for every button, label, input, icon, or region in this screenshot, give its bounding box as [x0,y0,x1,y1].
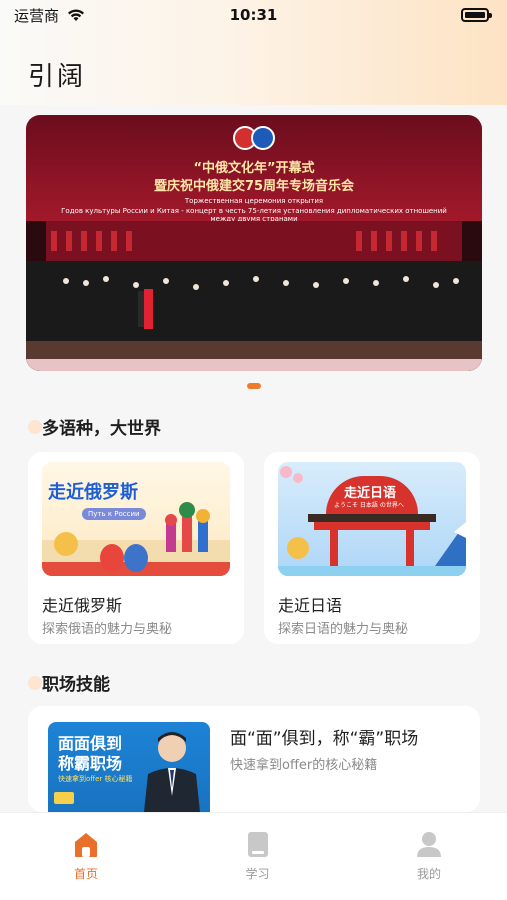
interview-card-subtitle: 快速拿到offer的核心秘籍 [230,758,378,773]
banner-russian-line1: Торжественная церемония открытия [184,197,324,205]
japanese-course-image: 走近日语 ようこそ 日本語 の世界へ [278,462,466,576]
russian-banner-caption: Путь к России [82,508,146,520]
russian-course-image: 走近俄罗斯 Путь к России [42,462,230,576]
hero-banner[interactable]: “中俄文化年”开幕式 暨庆祝中俄建交75周年专场音乐会 Торжественна… [26,115,482,371]
interview-course-card[interactable]: 面面俱到 称霸职场 快速拿到offer 核心秘籍 面“面”俱到，称“霸”职场 快… [28,706,480,812]
presenter-illustration [144,732,200,812]
section-decor [28,420,42,434]
tab-home[interactable]: 首页 [46,813,126,900]
user-icon [417,832,441,857]
tab-study[interactable]: 学习 [218,813,298,900]
home-icon [75,833,97,857]
tab-study-label: 学习 [245,867,270,881]
battery-icon [461,8,492,22]
tab-home-label: 首页 [73,867,98,881]
carrier-label: 运营商 [14,6,60,25]
japanese-course-card[interactable]: 走近日语 ようこそ 日本語 の世界へ 走近日语 探索日语的魅力与奥秘 [264,452,480,644]
wifi-icon [68,9,85,21]
carousel-indicator[interactable] [247,383,261,389]
interview-banner-tag: 快速拿到offer 核心秘籍 [58,775,133,783]
orchestra-image [26,221,482,371]
book-icon [247,832,268,857]
russian-banner-text: 走近俄罗斯 [48,482,138,503]
interview-course-image: 面面俱到 称霸职场 快速拿到offer 核心秘籍 [48,722,210,812]
status-bar: 运营商 10:31 [0,0,507,30]
tab-profile[interactable]: 我的 [389,813,469,900]
section-decor [28,676,42,690]
banner-title: “中俄文化年”开幕式 [193,161,315,176]
interview-card-title: 面“面”俱到，称“霸”职场 [230,729,419,749]
banner-subtitle: 暨庆祝中俄建交75周年专场音乐会 [153,179,355,194]
tab-bar: 首页 学习 我的 [0,812,507,900]
page-title: 引阔 [28,62,87,92]
japanese-card-title: 走近日语 [278,596,343,615]
russian-card-title: 走近俄罗斯 [42,596,123,615]
languages-section-title: 多语种，大世界 [42,419,161,439]
japanese-card-subtitle: 探索日语的魅力与奥秘 [278,622,409,637]
tab-profile-label: 我的 [416,867,441,881]
japanese-banner-caption: ようこそ 日本語 の世界へ [334,502,404,509]
japanese-banner-text: 走近日语 [344,486,397,501]
russian-card-subtitle: 探索俄语的魅力与奥秘 [42,622,173,637]
russian-course-card[interactable]: 走近俄罗斯 Путь к России 走近俄罗斯 探索俄语的魅力与奥秘 [28,452,244,644]
career-section-title: 职场技能 [42,675,110,695]
interview-banner-line2: 称霸职场 [58,754,123,773]
emblem-icon [233,126,275,150]
